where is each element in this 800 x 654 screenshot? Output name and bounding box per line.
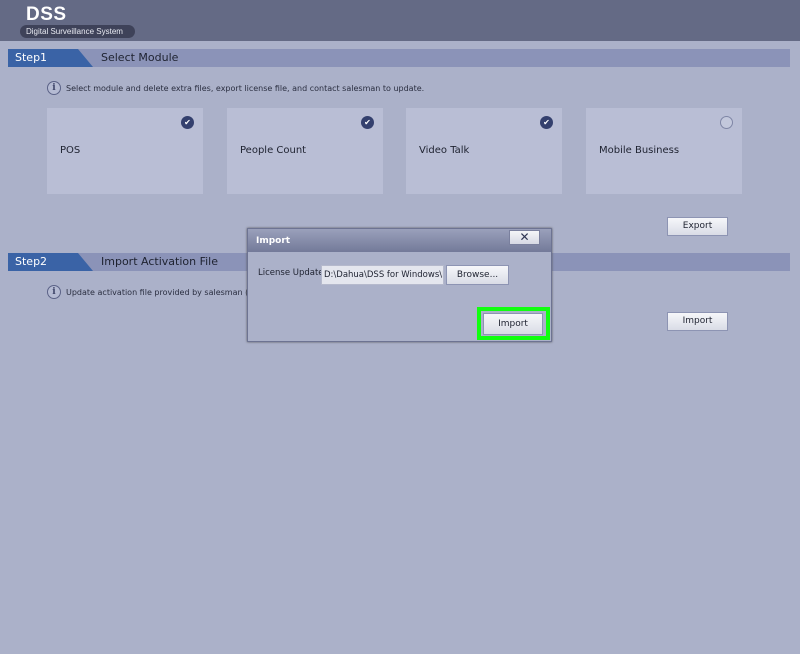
browse-button[interactable]: Browse...: [446, 265, 509, 285]
module-card-pos[interactable]: ✔ POS: [47, 108, 203, 194]
info-icon: i: [47, 285, 61, 299]
logo-tagline: Digital Surveillance System: [20, 25, 135, 38]
check-icon[interactable]: ✔: [540, 116, 553, 129]
step2-info-text: Update activation file provided by sales…: [66, 287, 258, 297]
import-button[interactable]: Import: [667, 312, 728, 331]
module-label: People Count: [240, 145, 307, 156]
check-icon[interactable]: ✔: [181, 116, 194, 129]
app-header: DSS Digital Surveillance System: [0, 0, 800, 41]
license-file-input[interactable]: D:\Dahua\DSS for Windows\DSS: [321, 265, 444, 285]
dialog-import-button[interactable]: Import: [483, 313, 543, 335]
import-dialog: Import ✕ License Update : D:\Dahua\DSS f…: [247, 228, 552, 342]
step1-title: Select Module: [101, 51, 179, 64]
check-icon[interactable]: ✔: [361, 116, 374, 129]
step1-bar: Step1 Select Module: [8, 49, 790, 67]
unchecked-circle-icon[interactable]: [720, 116, 733, 129]
export-button[interactable]: Export: [667, 217, 728, 236]
module-card-video-talk[interactable]: ✔ Video Talk: [406, 108, 562, 194]
module-label: Mobile Business: [599, 145, 680, 156]
step2-title: Import Activation File: [101, 255, 218, 268]
module-card-people-count[interactable]: ✔ People Count: [227, 108, 383, 194]
module-label: POS: [60, 145, 81, 156]
step1-info: i Select module and delete extra files, …: [47, 81, 424, 95]
module-label: Video Talk: [419, 145, 470, 156]
step1-info-text: Select module and delete extra files, ex…: [66, 83, 425, 93]
step2-info: i Update activation file provided by sal…: [47, 285, 257, 299]
step2-number: Step2: [8, 253, 93, 271]
step1-number: Step1: [8, 49, 93, 67]
info-icon: i: [47, 81, 61, 95]
license-update-label: License Update :: [258, 268, 330, 278]
module-card-mobile-business[interactable]: Mobile Business: [586, 108, 742, 194]
logo: DSS: [26, 4, 67, 25]
dialog-title: Import: [248, 229, 551, 252]
close-icon[interactable]: ✕: [509, 230, 540, 245]
